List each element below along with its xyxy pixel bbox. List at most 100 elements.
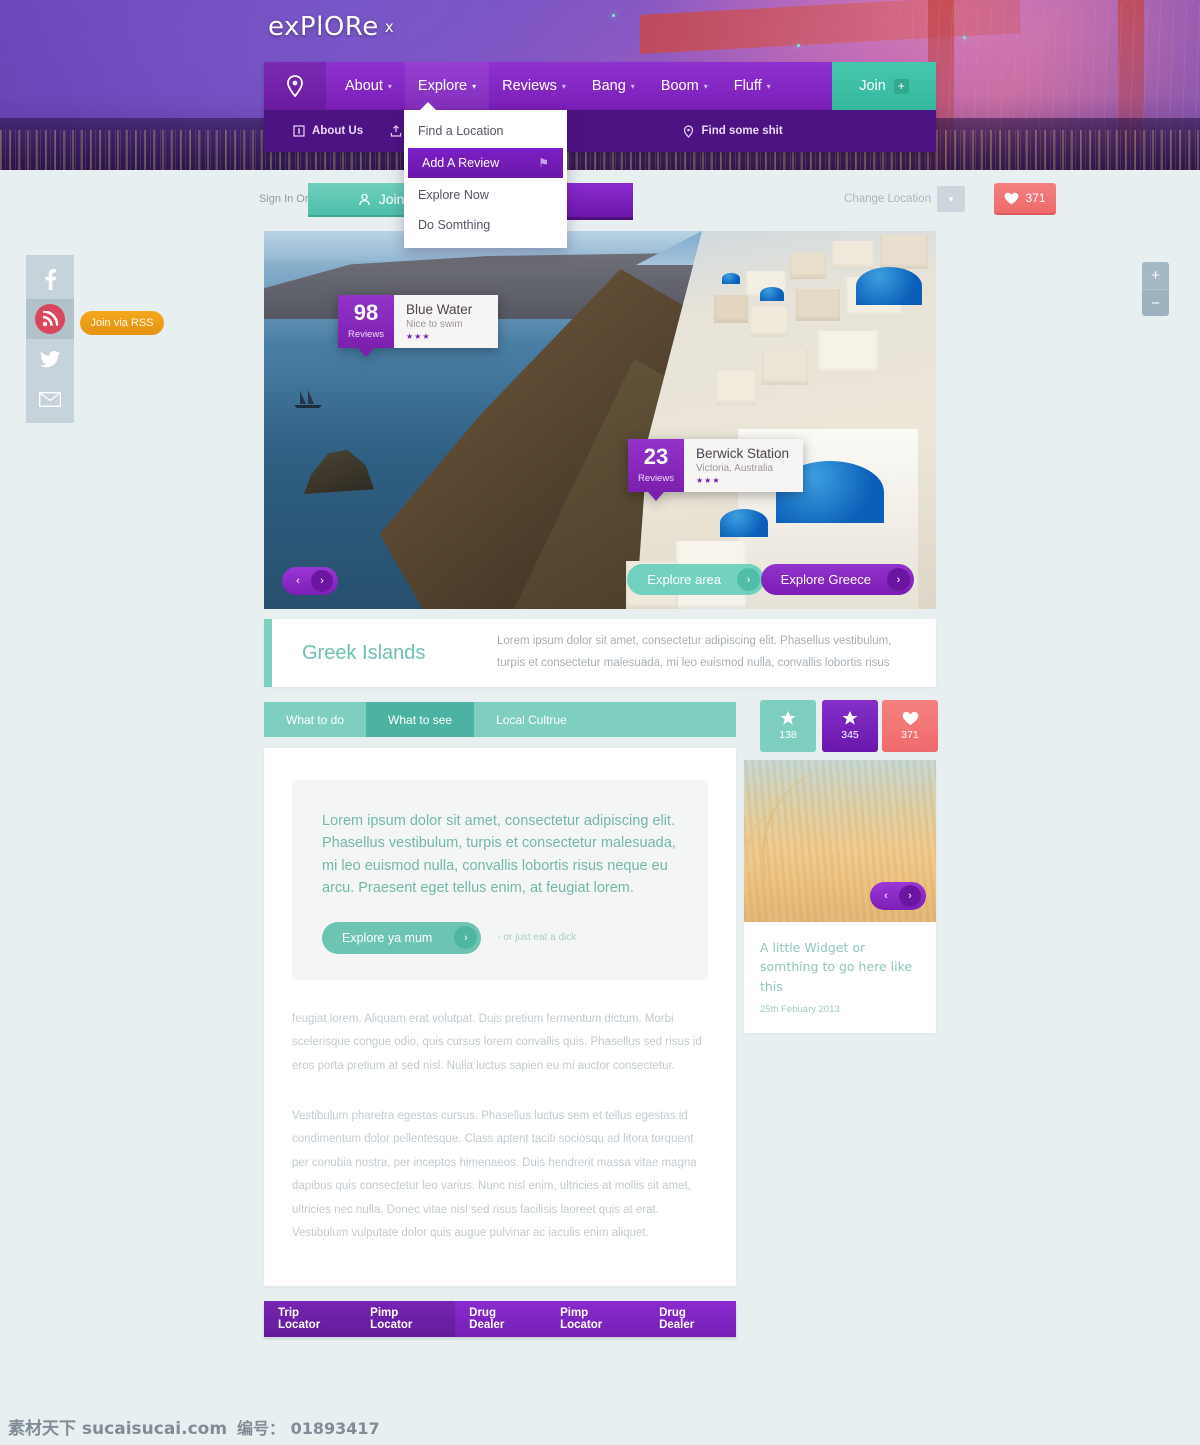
watermark: 素材天下 sucaisucai.com 编号： 01893417: [8, 1414, 380, 1439]
dropdown-item-find-a-location[interactable]: Find a Location: [404, 116, 567, 146]
hero-next-button[interactable]: ›: [311, 570, 333, 592]
chevron-down-icon: ▾: [630, 81, 635, 91]
facebook-icon: [45, 268, 56, 290]
explore-dropdown-menu: Find a Location Add A Review ⚑ Explore N…: [404, 102, 567, 248]
footnav-item-pimp-locator-2[interactable]: Pimp Locator: [546, 1301, 645, 1337]
explore-ya-mum-button[interactable]: Explore ya mum ›: [322, 921, 482, 954]
footnav-item-pimp-locator-1[interactable]: Pimp Locator: [356, 1301, 456, 1337]
review-marker-berwick-station[interactable]: 23 Reviews Berwick Station Victoria, Aus…: [628, 439, 804, 501]
page-title: Greek Islands: [302, 641, 426, 664]
town-buildings: [626, 231, 936, 609]
chevron-down-icon: ▾: [561, 81, 566, 91]
widget-prev-button[interactable]: ‹: [875, 885, 897, 907]
nav-label: Reviews: [502, 78, 557, 94]
dropdown-label: Explore Now: [418, 188, 489, 202]
mail-icon: [39, 391, 61, 407]
nav-item-fluff[interactable]: Fluff ▾: [721, 62, 784, 110]
heart-icon: [902, 711, 918, 726]
dropdown-label: Find a Location: [418, 124, 504, 138]
bookmark-icon: ⚑: [538, 156, 549, 170]
twitter-icon: [40, 350, 60, 367]
dropdown-item-do-somthing[interactable]: Do Somthing: [404, 210, 567, 240]
stat-value: 371: [901, 729, 919, 741]
favorites-count-button[interactable]: 371: [994, 183, 1056, 215]
stat-box-likes-coral[interactable]: 371: [882, 700, 938, 752]
review-count: 23: [643, 444, 669, 469]
nav-item-reviews[interactable]: Reviews ▾: [489, 62, 579, 110]
map-pin-icon: [287, 75, 303, 97]
location-title-card: Greek Islands Lorem ipsum dolor sit amet…: [264, 619, 936, 687]
join-button[interactable]: Join +: [832, 62, 936, 110]
tab-what-to-see[interactable]: What to see: [366, 702, 475, 737]
marker-body: Blue Water Nice to swim ★★★: [394, 295, 498, 348]
change-location-label[interactable]: Change Location: [844, 193, 931, 205]
footnav-item-drug-dealer-2[interactable]: Drug Dealer: [645, 1301, 736, 1337]
secondary-navbar: About Us Why w Find some shit: [264, 110, 936, 152]
dropdown-item-add-a-review[interactable]: Add A Review ⚑: [408, 148, 563, 178]
map-zoom-controls: + −: [1142, 262, 1169, 316]
chevron-down-icon: ▾: [387, 81, 392, 91]
review-count-label: Reviews: [638, 473, 674, 484]
stat-box-favourites-teal[interactable]: 138: [760, 700, 816, 752]
stat-value: 345: [841, 729, 859, 741]
dropdown-arrow: [420, 102, 436, 110]
review-marker-blue-water[interactable]: 98 Reviews Blue Water Nice to swim ★★★: [338, 295, 498, 357]
rss-button-label: Join via RSS: [90, 317, 154, 329]
site-logo[interactable]: exPlORe x: [268, 12, 394, 42]
marker-subtitle: Nice to swim: [406, 319, 463, 330]
chevron-down-icon: ▾: [766, 81, 771, 91]
sparkle-icon: [963, 36, 966, 39]
user-icon: [358, 193, 370, 205]
subnav-item-find-some-shit[interactable]: Find some shit: [682, 124, 783, 138]
widget-next-button[interactable]: ›: [899, 885, 921, 907]
social-twitter-button[interactable]: [26, 339, 74, 379]
dropdown-label: Do Somthing: [418, 218, 491, 232]
join-label: Join: [859, 78, 886, 94]
hero-photo[interactable]: 98 Reviews Blue Water Nice to swim ★★★ 2…: [264, 231, 936, 609]
social-facebook-button[interactable]: [26, 259, 74, 299]
body-paragraph-2: Vestibulum pharetra egestas cursus. Phas…: [292, 1109, 697, 1240]
sparkle-icon: [612, 14, 615, 17]
subnav-label: Find some shit: [701, 125, 783, 137]
subnav-item-about-us[interactable]: About Us: [292, 125, 363, 138]
nav-item-bang[interactable]: Bang ▾: [579, 62, 648, 110]
star-icon: [842, 711, 858, 725]
nav-item-about[interactable]: About ▾: [332, 62, 405, 110]
star-rating: ★★★: [406, 332, 431, 341]
star-icon: [780, 711, 796, 725]
social-rss-button[interactable]: [26, 299, 74, 339]
nav-item-boom[interactable]: Boom ▾: [648, 62, 721, 110]
zoom-in-button[interactable]: +: [1142, 262, 1169, 289]
sailboat-icon: [294, 390, 322, 408]
stat-box-favourites-purple[interactable]: 345: [822, 700, 878, 752]
tab-local-culture[interactable]: Local Cultrue: [474, 702, 589, 737]
explore-area-button[interactable]: Explore area ›: [627, 564, 764, 595]
widget-text: A little Widget or somthing to go here l…: [744, 922, 936, 1033]
location-dropdown-toggle[interactable]: ▾: [937, 186, 965, 212]
rss-circle: [35, 304, 65, 334]
footnav-item-drug-dealer-1[interactable]: Drug Dealer: [455, 1301, 546, 1337]
navigation-wrapper: About ▾ Explore ▾ Reviews ▾ Bang ▾ Boom …: [264, 62, 936, 248]
sign-in-text[interactable]: Sign In Or: [259, 193, 309, 205]
nav-label: About: [345, 78, 383, 94]
widget-title[interactable]: A little Widget or somthing to go here l…: [760, 938, 920, 996]
dropdown-item-explore-now[interactable]: Explore Now: [404, 180, 567, 210]
heart-icon: [1005, 192, 1019, 204]
nav-home-pin-button[interactable]: [264, 62, 326, 110]
marker-title: Blue Water: [406, 302, 473, 317]
explore-greece-button[interactable]: Explore Greece ›: [760, 564, 914, 595]
tab-what-to-do[interactable]: What to do: [264, 702, 366, 737]
zoom-out-button[interactable]: −: [1142, 289, 1169, 316]
upload-icon: [389, 125, 402, 138]
hero-pager: ‹ ›: [282, 567, 338, 595]
favorites-count: 371: [1025, 191, 1046, 205]
hero-prev-button[interactable]: ‹: [287, 570, 309, 592]
watermark-site: 素材天下 sucaisucai.com: [8, 1419, 228, 1439]
join-via-rss-button[interactable]: Join via RSS: [80, 311, 164, 335]
footnav-item-trip-locator[interactable]: Trip Locator: [264, 1301, 357, 1337]
star-rating: ★★★: [696, 476, 721, 485]
widget-image: ‹ ›: [744, 760, 936, 922]
social-mail-button[interactable]: [26, 379, 74, 419]
sidebar-widget: ‹ › A little Widget or somthing to go he…: [744, 760, 936, 1034]
nav-item-explore[interactable]: Explore ▾: [404, 62, 490, 110]
